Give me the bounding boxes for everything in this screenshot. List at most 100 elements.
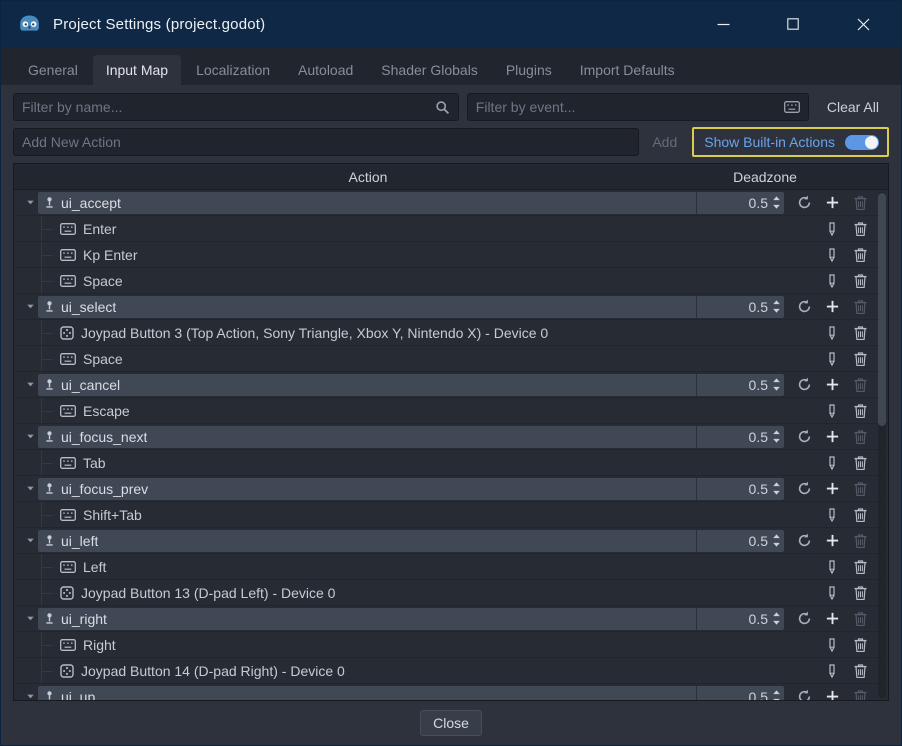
maximize-button[interactable] — [771, 1, 815, 47]
edit-event-button[interactable] — [818, 216, 846, 242]
action-row[interactable]: ui_up0.5 — [14, 684, 888, 700]
event-row[interactable]: Space — [14, 268, 888, 294]
tab-plugins[interactable]: Plugins — [493, 55, 565, 85]
remove-event-button[interactable] — [846, 450, 874, 476]
remove-event-button[interactable] — [846, 346, 874, 372]
action-name-field[interactable]: ui_up0.5 — [38, 686, 784, 701]
dialog-close-button[interactable]: Close — [420, 710, 482, 736]
event-row[interactable]: Joypad Button 3 (Top Action, Sony Triang… — [14, 320, 888, 346]
collapse-arrow-icon[interactable] — [22, 613, 38, 624]
event-row[interactable]: Space — [14, 346, 888, 372]
add-event-button[interactable] — [818, 528, 846, 554]
action-name-field[interactable]: ui_focus_prev0.5 — [38, 478, 784, 500]
edit-event-button[interactable] — [818, 632, 846, 658]
edit-event-button[interactable] — [818, 658, 846, 684]
collapse-arrow-icon[interactable] — [22, 379, 38, 390]
remove-event-button[interactable] — [846, 242, 874, 268]
add-event-button[interactable] — [818, 190, 846, 216]
revert-action-button[interactable] — [790, 528, 818, 554]
event-row[interactable]: Left — [14, 554, 888, 580]
close-button[interactable] — [841, 1, 885, 47]
filter-by-name-input[interactable]: Filter by name... — [13, 93, 459, 121]
add-new-action-input[interactable]: Add New Action — [13, 128, 639, 156]
scrollbar[interactable] — [878, 192, 886, 698]
action-row[interactable]: ui_cancel0.5 — [14, 372, 888, 398]
remove-event-button[interactable] — [846, 216, 874, 242]
remove-event-button[interactable] — [846, 658, 874, 684]
edit-event-button[interactable] — [818, 398, 846, 424]
tab-shader-globals[interactable]: Shader Globals — [368, 55, 491, 85]
edit-event-button[interactable] — [818, 268, 846, 294]
filter-by-event-input[interactable]: Filter by event... — [467, 93, 809, 121]
event-row[interactable]: Shift+Tab — [14, 502, 888, 528]
deadzone-spinbox[interactable]: 0.5 — [696, 192, 784, 214]
add-event-button[interactable] — [818, 684, 846, 701]
revert-action-button[interactable] — [790, 684, 818, 701]
deadzone-spinbox[interactable]: 0.5 — [696, 426, 784, 448]
action-name-field[interactable]: ui_cancel0.5 — [38, 374, 784, 396]
collapse-arrow-icon[interactable] — [22, 483, 38, 494]
tab-localization[interactable]: Localization — [183, 55, 283, 85]
action-name-field[interactable]: ui_left0.5 — [38, 530, 784, 552]
revert-action-button[interactable] — [790, 424, 818, 450]
deadzone-spinbox[interactable]: 0.5 — [696, 296, 784, 318]
tab-import-defaults[interactable]: Import Defaults — [567, 55, 688, 85]
action-row[interactable]: ui_right0.5 — [14, 606, 888, 632]
action-name-field[interactable]: ui_accept0.5 — [38, 192, 784, 214]
event-row[interactable]: Tab — [14, 450, 888, 476]
deadzone-spinbox[interactable]: 0.5 — [696, 374, 784, 396]
action-name-field[interactable]: ui_right0.5 — [38, 608, 784, 630]
add-event-button[interactable] — [818, 294, 846, 320]
event-row[interactable]: Escape — [14, 398, 888, 424]
remove-event-button[interactable] — [846, 554, 874, 580]
event-row[interactable]: Right — [14, 632, 888, 658]
tab-general[interactable]: General — [15, 55, 91, 85]
remove-event-button[interactable] — [846, 502, 874, 528]
edit-event-button[interactable] — [818, 320, 846, 346]
event-row[interactable]: Enter — [14, 216, 888, 242]
revert-action-button[interactable] — [790, 606, 818, 632]
show-builtin-actions-toggle[interactable] — [845, 135, 879, 150]
deadzone-spinbox[interactable]: 0.5 — [696, 608, 784, 630]
revert-action-button[interactable] — [790, 190, 818, 216]
tab-autoload[interactable]: Autoload — [285, 55, 366, 85]
remove-event-button[interactable] — [846, 268, 874, 294]
event-row[interactable]: Joypad Button 14 (D-pad Right) - Device … — [14, 658, 888, 684]
action-row[interactable]: ui_select0.5 — [14, 294, 888, 320]
scrollbar-thumb[interactable] — [878, 193, 886, 426]
revert-action-button[interactable] — [790, 372, 818, 398]
add-event-button[interactable] — [818, 424, 846, 450]
deadzone-spinbox[interactable]: 0.5 — [696, 478, 784, 500]
action-name-field[interactable]: ui_select0.5 — [38, 296, 784, 318]
remove-event-button[interactable] — [846, 580, 874, 606]
remove-event-button[interactable] — [846, 398, 874, 424]
event-row[interactable]: Kp Enter — [14, 242, 888, 268]
deadzone-spinbox[interactable]: 0.5 — [696, 686, 784, 701]
edit-event-button[interactable] — [818, 554, 846, 580]
minimize-button[interactable] — [701, 1, 745, 47]
add-event-button[interactable] — [818, 372, 846, 398]
clear-all-button[interactable]: Clear All — [817, 93, 889, 121]
action-row[interactable]: ui_focus_next0.5 — [14, 424, 888, 450]
add-event-button[interactable] — [818, 606, 846, 632]
revert-action-button[interactable] — [790, 294, 818, 320]
action-row[interactable]: ui_accept0.5 — [14, 190, 888, 216]
remove-event-button[interactable] — [846, 632, 874, 658]
action-row[interactable]: ui_focus_prev0.5 — [14, 476, 888, 502]
revert-action-button[interactable] — [790, 476, 818, 502]
collapse-arrow-icon[interactable] — [22, 691, 38, 700]
tab-input-map[interactable]: Input Map — [93, 55, 181, 85]
collapse-arrow-icon[interactable] — [22, 535, 38, 546]
collapse-arrow-icon[interactable] — [22, 431, 38, 442]
edit-event-button[interactable] — [818, 242, 846, 268]
edit-event-button[interactable] — [818, 502, 846, 528]
remove-event-button[interactable] — [846, 320, 874, 346]
add-event-button[interactable] — [818, 476, 846, 502]
collapse-arrow-icon[interactable] — [22, 197, 38, 208]
edit-event-button[interactable] — [818, 346, 846, 372]
action-name-field[interactable]: ui_focus_next0.5 — [38, 426, 784, 448]
edit-event-button[interactable] — [818, 450, 846, 476]
edit-event-button[interactable] — [818, 580, 846, 606]
event-row[interactable]: Joypad Button 13 (D-pad Left) - Device 0 — [14, 580, 888, 606]
collapse-arrow-icon[interactable] — [22, 301, 38, 312]
